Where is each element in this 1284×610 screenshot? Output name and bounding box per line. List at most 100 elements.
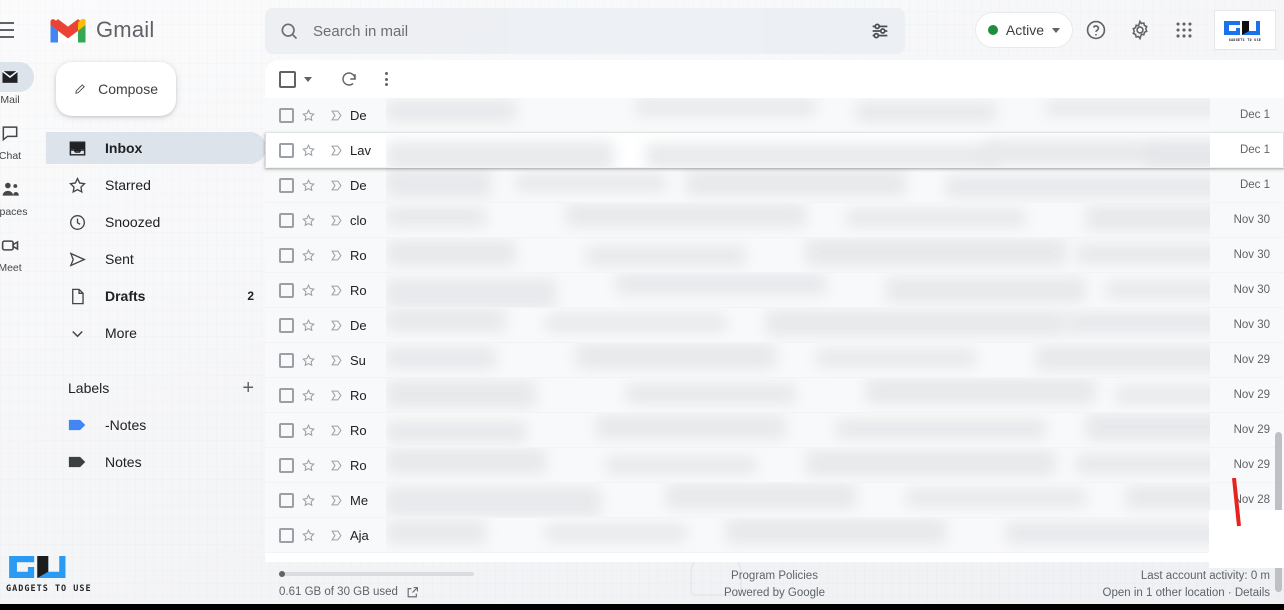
sidebar-item-starred[interactable]: Starred xyxy=(46,169,266,201)
important-marker-icon[interactable] xyxy=(322,388,350,403)
more-options-button[interactable] xyxy=(370,63,402,95)
gmail-brand[interactable]: Gmail xyxy=(48,15,154,45)
row-checkbox[interactable] xyxy=(279,492,294,508)
star-icon[interactable] xyxy=(294,318,322,333)
rail-item-meet[interactable]: Meet xyxy=(0,230,38,274)
sidebar-item-sent[interactable]: Sent xyxy=(46,243,266,275)
table-row[interactable]: Lav Dec 1 xyxy=(265,133,1284,168)
row-checkbox[interactable] xyxy=(279,177,294,193)
row-checkbox[interactable] xyxy=(279,527,294,543)
table-row[interactable]: Ro Nov 29 xyxy=(265,378,1284,413)
important-marker-icon[interactable] xyxy=(322,178,350,193)
important-marker-icon[interactable] xyxy=(322,213,350,228)
rail-item-chat[interactable]: Chat xyxy=(0,118,38,162)
sender-name: Ro xyxy=(350,422,367,438)
status-label: Active xyxy=(1005,22,1044,38)
blur-patch xyxy=(386,421,526,443)
hamburger-icon[interactable] xyxy=(0,13,22,47)
rail-item-spaces[interactable]: Spaces xyxy=(0,174,38,218)
row-checkbox[interactable] xyxy=(279,352,294,368)
table-row[interactable]: Ro Nov 30 xyxy=(265,238,1284,273)
row-checkbox[interactable] xyxy=(279,247,294,263)
important-marker-icon[interactable] xyxy=(322,318,350,333)
row-checkbox[interactable] xyxy=(279,317,294,333)
sidebar-item-inbox[interactable]: Inbox xyxy=(46,132,266,164)
settings-button[interactable] xyxy=(1120,10,1160,50)
row-checkbox[interactable] xyxy=(279,282,294,298)
storage-label: 0.61 GB of 30 GB used xyxy=(279,586,398,598)
important-marker-icon[interactable] xyxy=(322,458,350,473)
select-dropdown-chevron-icon[interactable] xyxy=(304,76,312,82)
table-row[interactable]: Ro Nov 30 xyxy=(265,273,1284,308)
help-circle-icon xyxy=(1086,20,1106,40)
program-policies-link[interactable]: Program Policies xyxy=(595,568,954,585)
table-row[interactable]: Aja xyxy=(265,518,1284,553)
important-marker-icon[interactable] xyxy=(322,283,350,298)
sidebar-item-snoozed[interactable]: Snoozed xyxy=(46,206,266,238)
star-icon[interactable] xyxy=(294,283,322,298)
star-icon[interactable] xyxy=(294,178,322,193)
star-icon[interactable] xyxy=(294,388,322,403)
row-checkbox[interactable] xyxy=(279,387,294,403)
mail-icon xyxy=(0,62,34,92)
star-icon[interactable] xyxy=(294,528,322,543)
star-icon[interactable] xyxy=(294,108,322,123)
search-bar[interactable]: Search in mail xyxy=(265,8,905,54)
star-icon[interactable] xyxy=(294,458,322,473)
compose-button[interactable]: Compose xyxy=(56,62,176,116)
row-checkbox[interactable] xyxy=(279,457,294,473)
star-icon[interactable] xyxy=(294,213,322,228)
row-date: Nov 30 xyxy=(1233,214,1270,226)
important-marker-icon[interactable] xyxy=(322,528,350,543)
tune-filter-icon[interactable] xyxy=(869,20,891,42)
blur-patch xyxy=(596,415,786,439)
rail-item-mail[interactable]: Mail xyxy=(0,62,38,106)
sender-name: Su xyxy=(350,352,366,368)
sidebar-label-notes[interactable]: Notes xyxy=(46,446,266,478)
list-toolbar xyxy=(265,60,1284,98)
table-row[interactable]: Ro Nov 29 xyxy=(265,413,1284,448)
star-icon[interactable] xyxy=(294,248,322,263)
important-marker-icon[interactable] xyxy=(322,493,350,508)
table-row[interactable]: De Dec 1 xyxy=(265,98,1284,133)
blur-patch xyxy=(666,483,856,509)
other-location-link[interactable]: Open in 1 other location · Details xyxy=(954,585,1270,602)
status-chip-active[interactable]: Active xyxy=(975,13,1072,47)
redacted-subject xyxy=(386,483,1210,517)
redacted-subject xyxy=(386,413,1210,447)
blur-patch xyxy=(516,174,666,192)
important-marker-icon[interactable] xyxy=(322,143,350,158)
star-icon[interactable] xyxy=(294,353,322,368)
select-all-checkbox[interactable] xyxy=(279,70,296,88)
refresh-button[interactable] xyxy=(334,64,364,94)
row-checkbox[interactable] xyxy=(279,107,294,123)
table-row[interactable]: Su Nov 29 xyxy=(265,343,1284,378)
table-row[interactable]: clo Nov 30 xyxy=(265,203,1284,238)
table-row[interactable]: Ro Nov 29 xyxy=(265,448,1284,483)
table-row[interactable]: De Dec 1 xyxy=(265,168,1284,203)
row-checkbox[interactable] xyxy=(279,422,294,438)
rail-label: Meet xyxy=(0,262,22,274)
important-marker-icon[interactable] xyxy=(322,353,350,368)
table-row[interactable]: De Nov 30 xyxy=(265,308,1284,343)
star-icon[interactable] xyxy=(294,423,322,438)
sidebar-item-drafts[interactable]: Drafts 2 xyxy=(46,280,266,312)
help-button[interactable] xyxy=(1076,10,1116,50)
important-marker-icon[interactable] xyxy=(322,248,350,263)
sidebar-item-label: Starred xyxy=(105,177,151,193)
important-marker-icon[interactable] xyxy=(322,423,350,438)
row-checkbox[interactable] xyxy=(279,142,294,158)
sidebar-item-more[interactable]: More xyxy=(46,317,266,349)
apps-button[interactable] xyxy=(1164,10,1204,50)
row-date: Nov 29 xyxy=(1233,389,1270,401)
sidebar-label-notes-dash[interactable]: -Notes xyxy=(46,409,266,441)
star-icon[interactable] xyxy=(294,143,322,158)
external-link-icon[interactable] xyxy=(406,586,419,599)
star-icon[interactable] xyxy=(294,493,322,508)
search-input[interactable]: Search in mail xyxy=(313,23,855,40)
blur-patch xyxy=(386,141,614,167)
row-checkbox[interactable] xyxy=(279,212,294,228)
table-row[interactable]: Me Nov 28 xyxy=(265,483,1284,518)
plus-icon[interactable]: + xyxy=(242,378,254,398)
important-marker-icon[interactable] xyxy=(322,108,350,123)
